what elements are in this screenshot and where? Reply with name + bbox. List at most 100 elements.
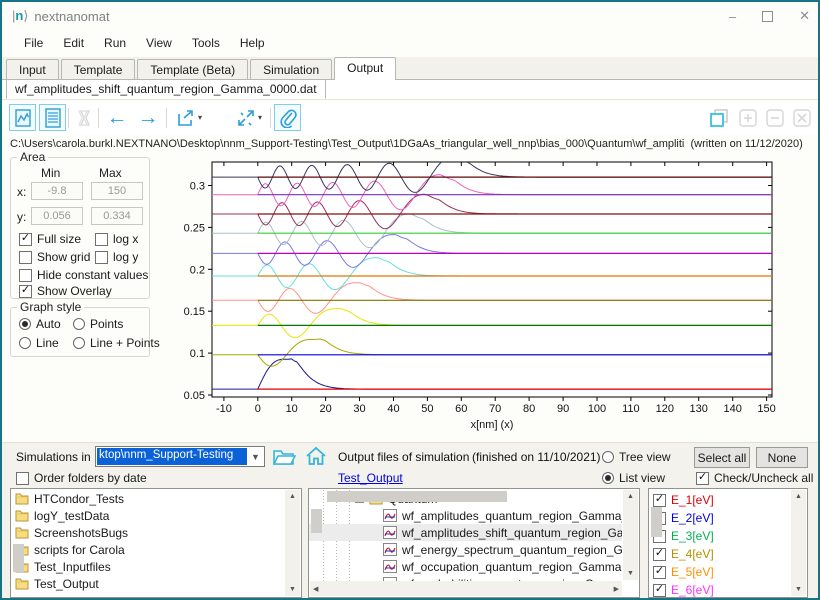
show-grid-checkbox[interactable]: Show grid [19,250,90,264]
menu-file[interactable]: File [14,33,53,53]
scrollbar-thumb[interactable] [327,491,507,502]
tab-template[interactable]: Template [61,59,136,79]
y-max-field[interactable] [91,207,143,225]
tree-vertical-scrollbar[interactable]: ▲▼ [623,490,638,580]
style-points-radio[interactable]: Points [73,317,123,331]
svg-text:30: 30 [353,403,365,415]
tree-view-radio[interactable]: Tree view [602,450,671,464]
svg-text:140: 140 [724,403,742,415]
energy-curve-item[interactable]: E_2[eV] [649,509,790,527]
minimize-button[interactable]: – [729,9,736,24]
wavefunction-chart[interactable]: -100102030405060708090100110120130140150… [152,152,812,444]
svg-text:90: 90 [557,403,569,415]
energy-label: E_2[eV] [671,511,714,525]
breadcrumb-test-output-link[interactable]: Test_Output [338,471,403,485]
scrollbar-thumb[interactable] [13,544,24,572]
forward-button[interactable]: → [133,104,163,131]
svg-text:100: 100 [588,403,606,415]
tree-file-item[interactable]: wf_energy_spectrum_quantum_region_Gamma.… [309,541,622,558]
fit-caret-icon: ▾ [258,113,262,122]
y-min-field[interactable] [31,207,83,225]
chevron-down-icon[interactable]: ▼ [247,452,264,462]
hide-constant-values-checkbox[interactable]: Hide constant values [19,268,148,282]
data-file-icon [383,526,397,539]
file-tab[interactable]: wf_amplitudes_shift_quantum_region_Gamma… [6,79,326,99]
home-button[interactable] [305,446,327,470]
graph-style-panel: Graph style Auto Points Line Line + Poin… [10,307,150,357]
radio-icon [73,318,85,330]
folder-item[interactable]: Test_Output [11,575,284,592]
checkbox-icon [19,233,32,246]
export-button[interactable]: ▾ [170,104,208,131]
checkbox-icon [16,472,29,485]
tab-input[interactable]: Input [6,59,59,79]
tree-file-item[interactable]: wf_amplitudes_shift_quantum_region_Gamma… [309,524,622,541]
scrollbar-thumb[interactable] [651,507,662,537]
simulations-folder-combo[interactable]: ktop\nnm_Support-Testing ▼ [95,446,265,467]
folder-item[interactable]: HTCondor_Tests [11,490,284,507]
folder-item[interactable]: logY_testData [11,507,284,524]
tab-simulation[interactable]: Simulation [250,59,332,79]
menu-help[interactable]: Help [230,33,275,53]
radio-icon [602,451,614,463]
tree-file-item[interactable]: wf_occupation_quantum_region_Gamma.dat [309,558,622,575]
folder-name: scripts for Carola [34,543,125,557]
new-window-button[interactable] [705,104,732,131]
menu-edit[interactable]: Edit [53,33,94,53]
browse-folder-button[interactable] [272,446,296,470]
svg-text:0: 0 [255,403,261,415]
list-view-radio[interactable]: List view [602,471,665,485]
tree-file-item[interactable]: wf_amplitudes_quantum_region_Gamma_0000.… [309,507,622,524]
x-min-field[interactable] [31,182,83,200]
output-file-tree: −Quantumwf_amplitudes_quantum_region_Gam… [308,488,640,598]
style-auto-radio[interactable]: Auto [19,317,61,331]
menu-tools[interactable]: Tools [182,33,230,53]
menu-run[interactable]: Run [94,33,136,53]
style-line-radio[interactable]: Line [19,336,59,350]
attach-button[interactable] [274,104,301,131]
energy-curve-item[interactable]: E_5[eV] [649,563,790,581]
fit-zoom-button[interactable]: ▾ [230,104,268,131]
energy-list-scrollbar[interactable]: ▲▼ [791,490,806,596]
checkbox-icon [95,233,108,246]
energy-curve-item[interactable]: E_4[eV] [649,545,790,563]
check-uncheck-all-checkbox[interactable]: Check/Uncheck all [696,471,813,485]
folder-list-scrollbar[interactable]: ▲▼ [285,490,300,596]
tab-output[interactable]: Output [334,57,396,80]
folder-item[interactable]: ScreenshotsBugs [11,524,284,541]
none-button[interactable]: None [756,447,808,468]
energy-curve-item[interactable]: E_6[eV] [649,581,790,598]
folder-icon [15,577,29,590]
log-x-checkbox[interactable]: log x [95,232,138,246]
folder-item[interactable]: Test_Inputfiles [11,558,284,575]
maximize-button[interactable] [762,11,773,22]
tree-horizontal-scrollbar[interactable]: ◀▶ [310,581,622,596]
scroll-up-icon: ▲ [792,490,805,503]
menu-view[interactable]: View [136,33,182,53]
order-folders-checkbox[interactable]: Order folders by date [16,471,147,485]
svg-text:80: 80 [523,403,535,415]
app-window: |n⟩ nextnanomat – ✕ File Edit Run View T… [0,0,820,600]
tab-template-beta[interactable]: Template (Beta) [137,59,248,79]
select-all-button[interactable]: Select all [694,447,750,468]
scrollbar-thumb[interactable] [311,509,322,533]
main-tab-bar: Input Template Template (Beta) Simulatio… [2,57,818,80]
style-line-points-radio[interactable]: Line + Points [73,336,160,350]
table-view-button[interactable] [39,104,66,131]
close-button[interactable]: ✕ [799,8,810,24]
graph-view-button[interactable] [9,104,36,131]
show-overlay-checkbox[interactable]: Show Overlay [19,284,112,298]
log-y-checkbox[interactable]: log y [95,250,138,264]
scroll-right-icon: ▶ [611,582,622,596]
scroll-down-icon: ▼ [286,583,299,596]
folder-icon [15,492,29,505]
app-logo-icon: |n⟩ [12,8,28,24]
combo-selected-value: ktop\nnm_Support-Testing [97,448,247,465]
energy-curve-item[interactable]: E_1[eV] [649,491,790,509]
x-max-field[interactable] [91,182,143,200]
energy-curve-item[interactable]: E_3[eV] [649,527,790,545]
back-button[interactable]: ← [102,104,132,131]
folder-name: Test_Inputfiles [34,560,111,574]
folder-item[interactable]: scripts for Carola [11,541,284,558]
full-size-checkbox[interactable]: Full size [19,232,81,246]
